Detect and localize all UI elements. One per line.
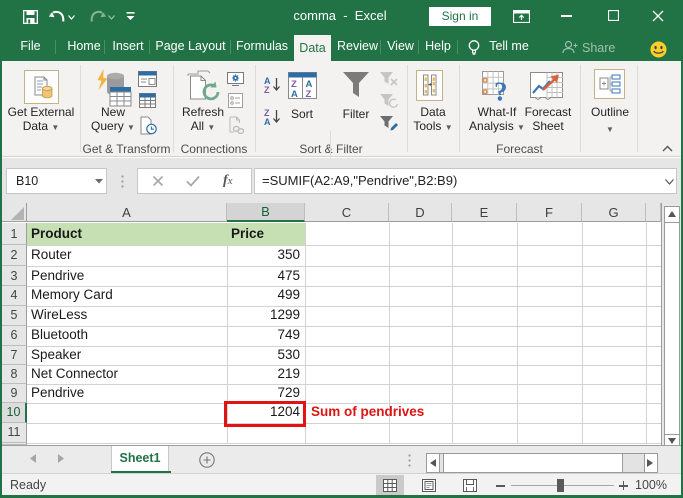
svg-text:A: A — [264, 117, 271, 125]
svg-text:A: A — [291, 89, 298, 99]
svg-text:?: ? — [494, 77, 508, 103]
svg-text:Z: Z — [306, 89, 312, 99]
svg-text:Z: Z — [264, 85, 270, 93]
